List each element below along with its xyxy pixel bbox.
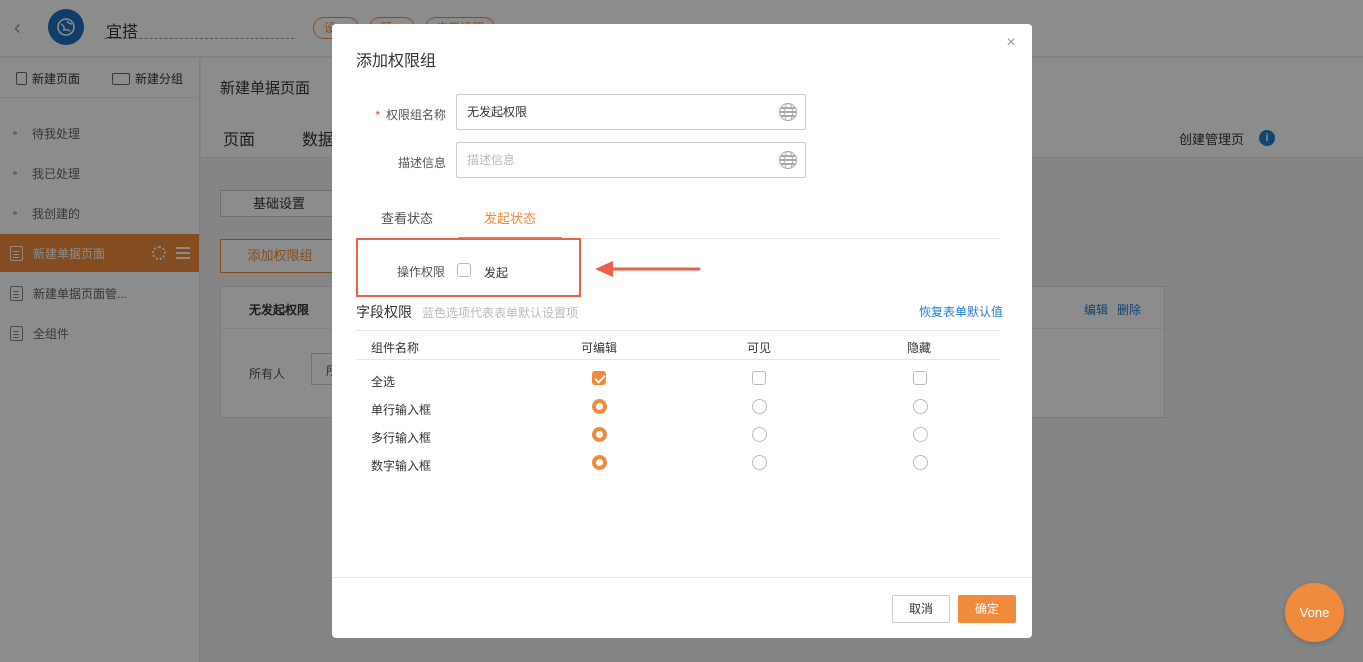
- table-row-name: 数字输入框: [371, 459, 432, 473]
- close-icon[interactable]: ×: [1002, 34, 1020, 52]
- submit-checkbox[interactable]: [457, 263, 471, 277]
- operation-permission-label: 操作权限: [397, 265, 446, 279]
- globe-icon[interactable]: [779, 151, 797, 169]
- vone-assistant-button[interactable]: Vone: [1285, 583, 1344, 642]
- editable-all-checkbox[interactable]: [592, 371, 606, 385]
- add-permission-group-dialog: 添加权限组 × * 权限组名称 无发起权限 描述信息 描述信息 查看状态 发起状态…: [332, 24, 1032, 638]
- visible-radio[interactable]: [752, 399, 767, 414]
- pointer-arrow-icon: [595, 261, 701, 277]
- column-header: 隐藏: [907, 341, 932, 355]
- group-name-label-text: 权限组名称: [385, 108, 446, 122]
- submit-option-label: 发起: [484, 266, 509, 280]
- dialog-footer: 取消 确定: [332, 577, 1032, 638]
- table-row-name: 多行输入框: [371, 431, 432, 445]
- column-header: 组件名称: [371, 341, 420, 355]
- confirm-button[interactable]: 确定: [958, 595, 1016, 623]
- visible-radio[interactable]: [752, 427, 767, 442]
- column-header: 可见: [747, 341, 772, 355]
- description-label: 描述信息: [397, 156, 446, 170]
- description-input[interactable]: 描述信息: [456, 142, 806, 178]
- dialog-title: 添加权限组: [356, 53, 437, 70]
- globe-icon[interactable]: [779, 103, 797, 121]
- required-mark: *: [375, 108, 380, 122]
- tab-submit-status[interactable]: 发起状态: [458, 208, 562, 239]
- hidden-all-checkbox[interactable]: [913, 371, 927, 385]
- visible-all-checkbox[interactable]: [752, 371, 766, 385]
- group-name-label: * 权限组名称: [356, 106, 446, 123]
- table-header: 组件名称 可编辑 可见 隐藏: [356, 330, 1000, 360]
- restore-defaults-link[interactable]: 恢复表单默认值: [919, 303, 1003, 320]
- hidden-radio[interactable]: [913, 427, 928, 442]
- cancel-button[interactable]: 取消: [892, 595, 950, 623]
- tab-view-status[interactable]: 查看状态: [366, 208, 448, 239]
- column-header: 可编辑: [581, 341, 618, 355]
- table-row-name: 全选: [371, 375, 396, 389]
- editable-radio[interactable]: [592, 427, 607, 442]
- status-tabs: 查看状态 发起状态: [356, 200, 1000, 239]
- group-name-input[interactable]: 无发起权限: [456, 94, 806, 130]
- editable-radio[interactable]: [592, 399, 607, 414]
- editable-radio[interactable]: [592, 455, 607, 470]
- hidden-radio[interactable]: [913, 455, 928, 470]
- visible-radio[interactable]: [752, 455, 767, 470]
- hidden-radio[interactable]: [913, 399, 928, 414]
- field-permission-hint: 蓝色选项代表表单默认设置项: [422, 306, 579, 320]
- field-permission-title: 字段权限: [356, 304, 412, 320]
- table-row-name: 单行输入框: [371, 403, 432, 417]
